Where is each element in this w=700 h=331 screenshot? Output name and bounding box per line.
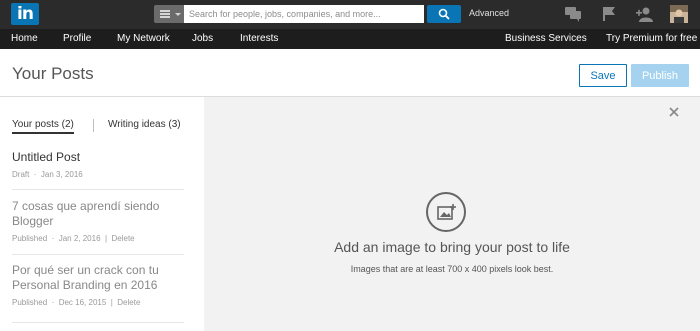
post-divider bbox=[12, 254, 184, 255]
posts-panel: Your posts (2) Writing ideas (3) Untitle… bbox=[0, 97, 204, 331]
save-button[interactable]: Save bbox=[579, 64, 627, 87]
post-date: Jan 2, 2016 bbox=[58, 234, 101, 243]
nav-item-business-services[interactable]: Business Services bbox=[505, 33, 587, 44]
add-image-prompt: Add an image to bring your post to life bbox=[334, 239, 570, 255]
delete-link[interactable]: Delete bbox=[117, 298, 140, 307]
nav-item-try-premium[interactable]: Try Premium for free bbox=[606, 33, 697, 44]
tab-writing-ideas[interactable]: Writing ideas (3) bbox=[108, 119, 181, 130]
publish-button[interactable]: Publish bbox=[631, 64, 689, 87]
post-item-published[interactable]: Por qué ser un crack con tu Personal Bra… bbox=[12, 263, 184, 307]
post-meta: Published · Jan 2, 2016 | Delete bbox=[12, 234, 135, 243]
tab-your-posts[interactable]: Your posts (2) bbox=[12, 119, 74, 134]
nav-item-home[interactable]: Home bbox=[11, 33, 38, 44]
post-divider bbox=[12, 189, 184, 190]
post-date: Jan 3, 2016 bbox=[40, 170, 83, 179]
nav-item-profile[interactable]: Profile bbox=[63, 33, 91, 44]
post-title[interactable]: Untitled Post bbox=[12, 150, 184, 165]
post-title[interactable]: Por qué ser un crack con tu Personal Bra… bbox=[12, 263, 184, 293]
nav-item-my-network[interactable]: My Network bbox=[117, 33, 170, 44]
post-title[interactable]: 7 cosas que aprendí siendo Blogger bbox=[12, 199, 184, 229]
image-icon bbox=[437, 204, 456, 220]
top-bar: in Advanced bbox=[0, 0, 700, 29]
post-status: Draft bbox=[12, 170, 30, 179]
tab-divider bbox=[93, 119, 94, 132]
advanced-search-link[interactable]: Advanced bbox=[469, 8, 509, 18]
image-size-hint: Images that are at least 700 x 400 pixel… bbox=[350, 264, 554, 274]
linkedin-logo[interactable]: in bbox=[11, 3, 39, 25]
close-icon[interactable] bbox=[667, 105, 681, 119]
nav-item-interests[interactable]: Interests bbox=[240, 33, 278, 44]
delete-link[interactable]: Delete bbox=[111, 234, 134, 243]
page-title: Your Posts bbox=[12, 64, 94, 83]
search-category-dropdown[interactable] bbox=[154, 5, 184, 23]
messages-icon[interactable] bbox=[564, 5, 582, 23]
post-meta: Draft · Jan 3, 2016 bbox=[12, 170, 83, 179]
chevron-down-icon bbox=[175, 13, 181, 16]
profile-avatar[interactable] bbox=[670, 5, 688, 23]
nav-item-jobs[interactable]: Jobs bbox=[192, 33, 213, 44]
post-status: Published bbox=[12, 234, 48, 243]
menu-icon bbox=[160, 10, 170, 18]
main-nav: Home Profile My Network Jobs Interests B… bbox=[0, 29, 700, 49]
add-connection-icon[interactable] bbox=[635, 5, 653, 23]
post-date: Dec 16, 2015 bbox=[58, 298, 107, 307]
post-divider bbox=[12, 322, 184, 323]
post-item-published[interactable]: 7 cosas que aprendí siendo Blogger Publi… bbox=[12, 199, 184, 243]
search-input[interactable] bbox=[184, 5, 424, 23]
add-image-button[interactable] bbox=[426, 192, 466, 232]
post-status: Published bbox=[12, 298, 48, 307]
flag-icon[interactable] bbox=[600, 5, 618, 23]
search-button[interactable] bbox=[427, 5, 461, 23]
search-icon bbox=[438, 8, 450, 20]
post-item-draft[interactable]: Untitled Post Draft · Jan 3, 2016 bbox=[12, 150, 184, 179]
post-meta: Published · Dec 16, 2015 | Delete bbox=[12, 298, 141, 307]
